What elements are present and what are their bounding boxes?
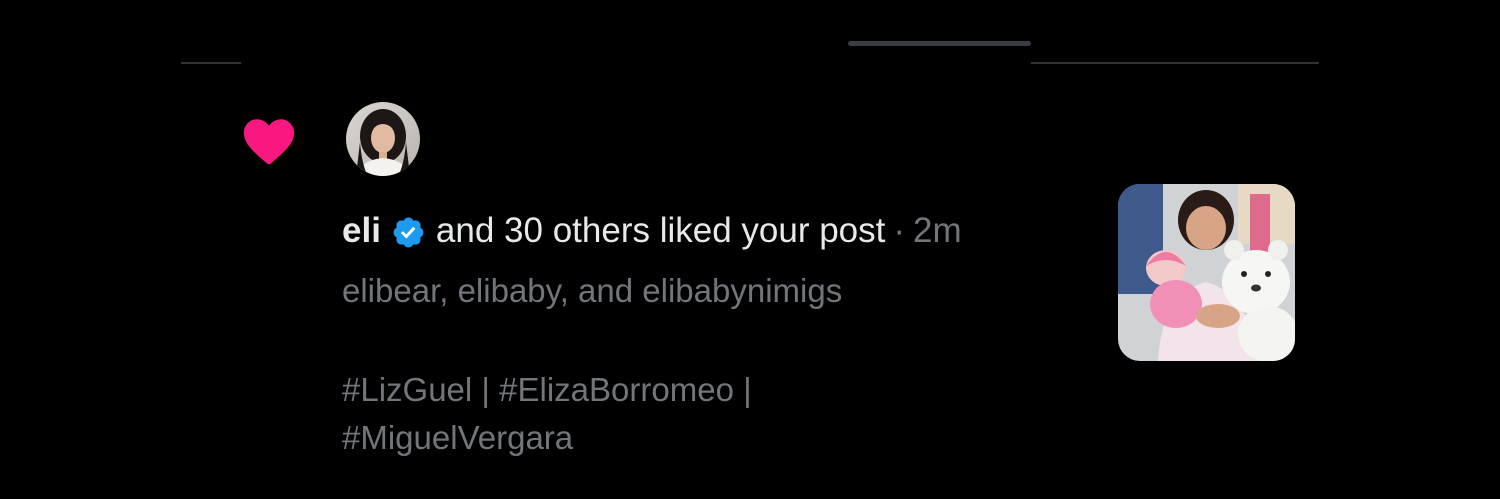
heart-icon <box>243 119 295 165</box>
top-divider-right <box>1031 62 1319 64</box>
notification-headline: eli and 30 others liked your post · 2m <box>342 208 962 254</box>
hashtag-line-2: #MiguelVergara <box>342 419 574 456</box>
hashtag-line-1: #LizGuel | #ElizaBorromeo | <box>342 371 752 408</box>
post-hashtags: #LizGuel | #ElizaBorromeo | #MiguelVerga… <box>342 366 752 462</box>
user-avatar[interactable] <box>346 102 420 176</box>
active-tab-indicator <box>848 41 1031 46</box>
notification-action-text: and 30 others liked your post <box>435 211 886 250</box>
post-thumbnail[interactable] <box>1118 184 1295 361</box>
verified-icon <box>393 217 424 247</box>
thumbnail-photo <box>1118 184 1295 361</box>
top-divider-left <box>181 62 241 64</box>
username[interactable]: eli <box>342 208 381 254</box>
separator-dot: · <box>893 211 906 250</box>
timestamp: 2m <box>913 211 962 250</box>
avatar-photo <box>346 102 420 176</box>
post-preview-text: elibear, elibaby, and elibabynimigs <box>342 272 843 309</box>
